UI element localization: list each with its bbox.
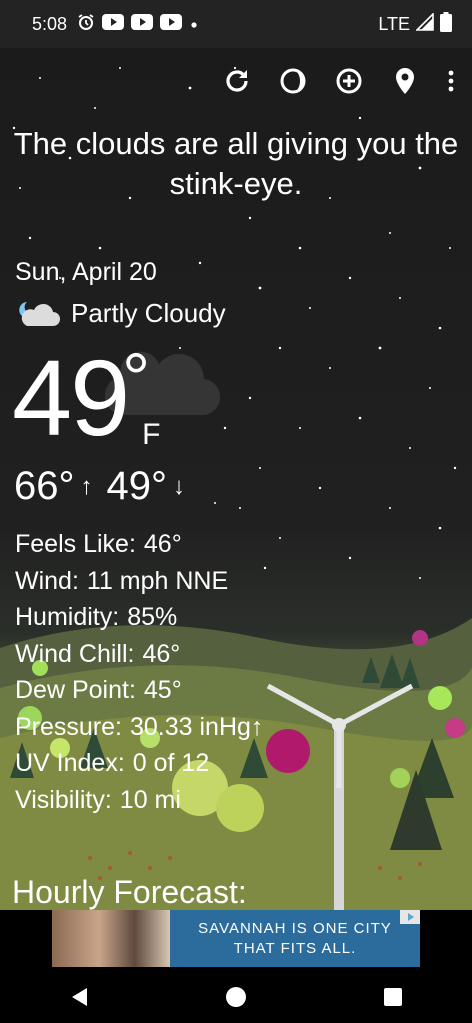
ad-choices-icon[interactable]: [400, 910, 420, 924]
status-bar: 5:08 LTE: [0, 0, 472, 48]
detail-row-uv-index: UV Index: 0 of 12: [15, 745, 263, 782]
notification-dot-icon: [189, 14, 199, 35]
ad-image: [52, 910, 170, 967]
high-low-temperatures: 66° ↑ 49° ↓: [14, 464, 193, 509]
detail-row-pressure: Pressure: 30.33 inHg↑: [15, 709, 263, 746]
detail-value: 0 of 12: [132, 749, 210, 777]
add-icon[interactable]: [332, 64, 366, 98]
refresh-icon[interactable]: [220, 64, 254, 98]
detail-row-humidity: Humidity: 85%: [15, 599, 263, 636]
back-icon[interactable]: [59, 977, 99, 1017]
temperature-unit: F: [142, 418, 161, 451]
battery-icon: [440, 11, 452, 37]
ad-area: SAVANNAH IS ONE CITY THAT FITS ALL.: [0, 910, 472, 970]
detail-label: Pressure:: [15, 712, 122, 741]
youtube-icon: [160, 13, 183, 35]
high-arrow-icon: ↑: [80, 472, 93, 500]
status-time: 5:08: [32, 13, 68, 34]
detail-value: 45°: [143, 676, 182, 704]
degree-symbol: °: [122, 339, 151, 417]
detail-value: 46°: [143, 530, 182, 558]
network-label: LTE: [378, 13, 410, 34]
ad-banner[interactable]: SAVANNAH IS ONE CITY THAT FITS ALL.: [52, 910, 420, 967]
youtube-icon: [131, 13, 154, 35]
toolbar: [220, 64, 458, 98]
detail-label: Wind Chill:: [15, 639, 135, 668]
recents-icon[interactable]: [373, 977, 413, 1017]
partly-cloudy-night-icon: [15, 296, 61, 330]
detail-label: UV Index:: [15, 749, 125, 777]
more-icon[interactable]: [444, 64, 458, 98]
alarm-icon: [77, 13, 95, 36]
detail-value: 46°: [142, 639, 181, 668]
detail-label: Feels Like:: [15, 530, 136, 558]
detail-label: Wind:: [15, 566, 79, 595]
condition-row: Partly Cloudy: [15, 296, 226, 330]
ad-line-1: SAVANNAH IS ONE CITY: [198, 919, 392, 937]
hourly-forecast-title: Hourly Forecast:: [12, 874, 247, 910]
forecast-date: Sun, April 20: [15, 258, 157, 286]
weather-scene: The clouds are all giving you the stink-…: [0, 48, 472, 910]
weather-details: Feels Like: 46° Wind: 11 mph NNE Humidity:…: [15, 526, 263, 818]
detail-row-feels-like: Feels Like: 46°: [15, 526, 263, 563]
detail-value: 11 mph NNE: [86, 566, 229, 595]
low-temperature: 49°: [106, 464, 168, 508]
detail-row-wind-chill: Wind Chill: 46°: [15, 636, 263, 673]
detail-value: 10 mi: [119, 785, 181, 814]
theme-icon[interactable]: [276, 64, 310, 98]
navigation-bar: [0, 970, 472, 1023]
high-temperature: 66°: [14, 464, 75, 508]
detail-label: Humidity:: [15, 603, 120, 631]
signal-icon: [415, 11, 434, 36]
condition-label: Partly Cloudy: [71, 297, 226, 328]
detail-label: Dew Point:: [15, 676, 136, 704]
ad-line-2: THAT FITS ALL.: [233, 939, 357, 957]
youtube-icon: [102, 13, 125, 35]
detail-row-dew-point: Dew Point: 45°: [15, 672, 263, 709]
detail-value: 85%: [127, 603, 178, 631]
ad-text: SAVANNAH IS ONE CITY THAT FITS ALL.: [170, 910, 420, 967]
detail-label: Visibility:: [15, 785, 112, 814]
home-icon[interactable]: [216, 977, 256, 1017]
low-arrow-icon: ↓: [173, 472, 185, 500]
detail-row-visibility: Visibility: 10 mi: [15, 782, 263, 819]
weather-headline: The clouds are all giving you the stink-…: [13, 126, 459, 201]
detail-value: 30.33 inHg↑: [129, 712, 264, 741]
current-temperature: 49 ° F: [12, 337, 160, 458]
detail-row-wind: Wind: 11 mph NNE: [15, 563, 263, 600]
temperature-value: 49: [12, 337, 130, 458]
location-icon[interactable]: [388, 64, 422, 98]
